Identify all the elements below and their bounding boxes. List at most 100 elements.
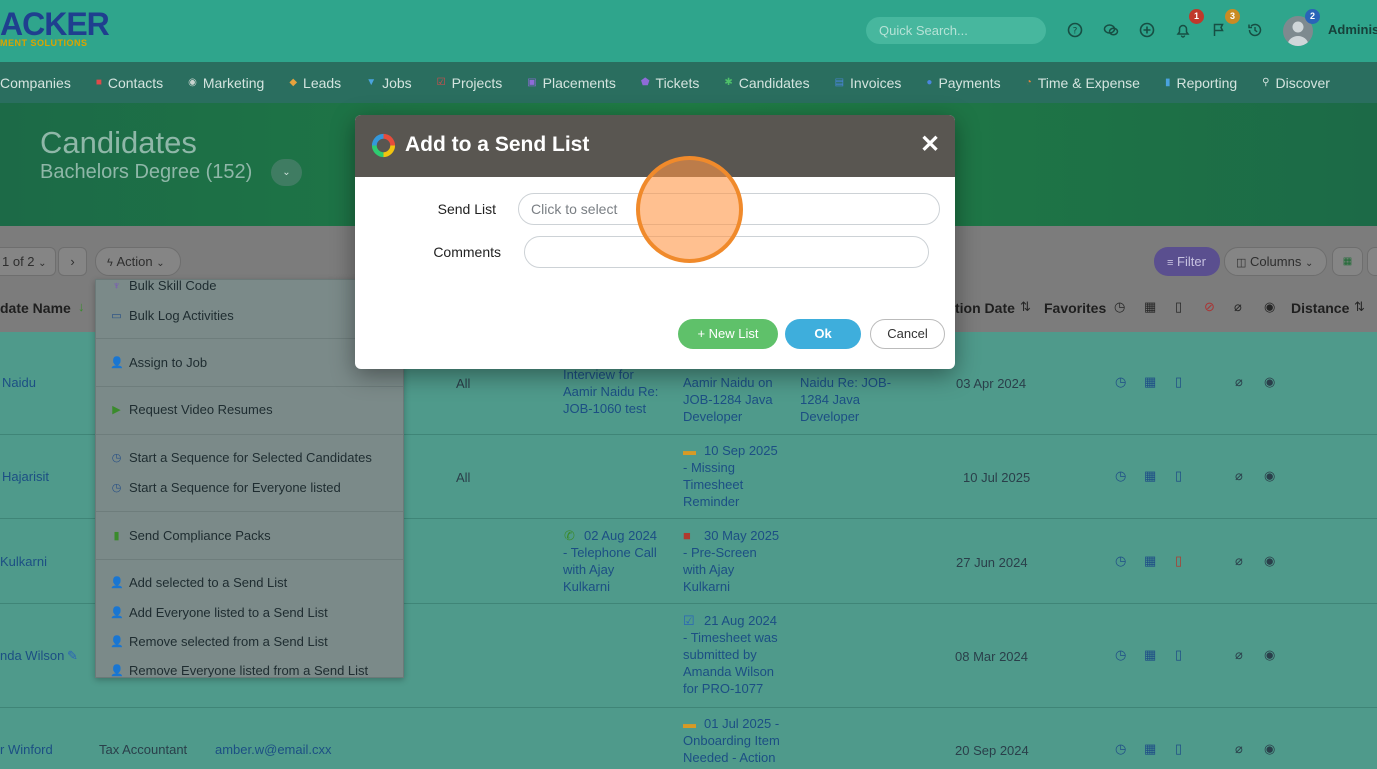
activity-line[interactable]: Needed - Action: [683, 749, 776, 766]
paperclip-icon[interactable]: ⌀: [1235, 468, 1243, 484]
activity-line[interactable]: JOB-1284 Java: [683, 391, 773, 408]
activity-line[interactable]: 10 Sep 2025: [704, 442, 778, 459]
action-button[interactable]: ϟ Action ⌄: [95, 247, 181, 276]
history-icon[interactable]: [1247, 22, 1263, 38]
activity-line[interactable]: Aamir Naidu on: [683, 374, 773, 391]
menu-item-start-sequence-everyone[interactable]: ◷ Start a Sequence for Everyone listed: [110, 480, 341, 495]
nav-item-marketing[interactable]: ◉ Marketing: [188, 75, 264, 91]
sort-down-icon[interactable]: ↓: [78, 299, 85, 314]
menu-item-remove-everyone-send-list[interactable]: 👤 Remove Everyone listed from a Send List: [110, 663, 368, 677]
menu-item-add-selected-send-list[interactable]: 👤 Add selected to a Send List: [110, 575, 287, 590]
clock-icon[interactable]: ◷: [1115, 374, 1126, 390]
clock-icon[interactable]: ◷: [1115, 553, 1126, 569]
sort-icon[interactable]: ⇅: [1354, 299, 1365, 315]
activity-line[interactable]: 30 May 2025: [704, 527, 779, 544]
clock-icon[interactable]: ◷: [1115, 741, 1126, 757]
nav-item-candidates[interactable]: ✱ Candidates: [724, 75, 809, 91]
calendar-icon[interactable]: ▦: [1144, 553, 1156, 569]
column-header-activation-date[interactable]: tion Date: [955, 300, 1015, 316]
candidate-name-link[interactable]: r Winford: [0, 741, 53, 758]
user-name[interactable]: Adminis: [1328, 22, 1377, 37]
menu-item-request-video-resumes[interactable]: ▶ Request Video Resumes: [110, 402, 272, 417]
candidate-name-link[interactable]: Kulkarni: [0, 553, 47, 570]
activity-line[interactable]: Aamir Naidu Re:: [563, 383, 658, 400]
menu-item-bulk-skill-code[interactable]: ♆ Bulk Skill Code: [110, 280, 216, 293]
activity-line[interactable]: Reminder: [683, 493, 739, 510]
activity-line[interactable]: 02 Aug 2024: [584, 527, 657, 544]
export-excel-button[interactable]: ▦: [1332, 247, 1363, 276]
add-circle-icon[interactable]: [1139, 22, 1155, 38]
activity-line[interactable]: 1284 Java: [800, 391, 860, 408]
document-icon[interactable]: ▯: [1175, 553, 1182, 569]
clock-icon[interactable]: ◷: [1115, 647, 1126, 663]
nav-item-companies[interactable]: Companies: [0, 75, 71, 91]
activity-line[interactable]: with Ajay: [683, 561, 734, 578]
nav-item-projects[interactable]: ☑ Projects: [437, 75, 503, 91]
activity-line[interactable]: Naidu Re: JOB-: [800, 374, 891, 391]
activity-line[interactable]: Kulkarni: [683, 578, 730, 595]
nav-item-tickets[interactable]: ⬟ Tickets: [641, 75, 700, 91]
activity-line[interactable]: Developer: [683, 408, 742, 425]
new-list-button[interactable]: + New List: [678, 319, 778, 349]
page-selector[interactable]: 1 of 2 ⌄: [0, 247, 56, 276]
activity-line[interactable]: JOB-1060 test: [563, 400, 646, 417]
menu-item-start-sequence-selected[interactable]: ◷ Start a Sequence for Selected Candidate…: [110, 450, 372, 465]
activity-line[interactable]: - Pre-Screen: [683, 544, 757, 561]
email-link[interactable]: amber.w@email.cxx: [215, 741, 332, 758]
candidate-name-link[interactable]: nda Wilson: [0, 647, 64, 664]
eye-icon[interactable]: ◉: [1264, 468, 1275, 484]
columns-button[interactable]: ◫ Columns ⌄: [1224, 247, 1327, 276]
activity-line[interactable]: submitted by: [683, 646, 757, 663]
activity-line[interactable]: - Timesheet was: [683, 629, 778, 646]
eye-icon[interactable]: ◉: [1264, 553, 1275, 569]
calendar-icon[interactable]: ▦: [1144, 468, 1156, 484]
column-header-favorites[interactable]: Favorites: [1044, 300, 1106, 316]
filter-button[interactable]: ≡ Filter: [1154, 247, 1220, 276]
quick-search-input[interactable]: [866, 17, 1046, 44]
nav-item-payments[interactable]: ● Payments: [926, 75, 1000, 91]
paperclip-icon[interactable]: ⌀: [1235, 741, 1243, 757]
menu-item-add-everyone-send-list[interactable]: 👤 Add Everyone listed to a Send List: [110, 605, 328, 620]
activity-line[interactable]: Developer: [800, 408, 859, 425]
nav-item-discover[interactable]: ⚲ Discover: [1262, 75, 1330, 91]
calendar-icon[interactable]: ▦: [1144, 374, 1156, 390]
document-icon[interactable]: ▯: [1175, 468, 1182, 484]
calendar-icon[interactable]: ▦: [1144, 741, 1156, 757]
activity-line[interactable]: 01 Jul 2025 -: [704, 715, 779, 732]
eye-icon[interactable]: ◉: [1264, 741, 1275, 757]
activity-line[interactable]: Onboarding Item: [683, 732, 780, 749]
menu-item-send-compliance-packs[interactable]: ▮ Send Compliance Packs: [110, 528, 270, 543]
menu-item-bulk-log-activities[interactable]: ▭ Bulk Log Activities: [110, 308, 233, 323]
ok-button[interactable]: Ok: [785, 319, 861, 349]
saved-search-dropdown[interactable]: ⌄: [271, 159, 302, 186]
bell-icon[interactable]: [1175, 22, 1191, 38]
activity-line[interactable]: Timesheet: [683, 476, 743, 493]
menu-item-assign-to-job[interactable]: 👤 Assign to Job: [110, 355, 207, 370]
help-icon[interactable]: ?: [1067, 22, 1083, 38]
candidate-name-link[interactable]: Naidu: [2, 374, 36, 391]
activity-line[interactable]: Kulkarni: [563, 578, 610, 595]
brand-logo[interactable]: ACKER: [0, 8, 110, 40]
eye-icon[interactable]: ◉: [1264, 374, 1275, 390]
column-header-distance[interactable]: Distance: [1291, 300, 1349, 316]
activity-line[interactable]: - Missing: [683, 459, 735, 476]
flag-icon[interactable]: [1211, 22, 1227, 38]
activity-line[interactable]: for PRO-1077: [683, 680, 763, 697]
activity-line[interactable]: - Telephone Call: [563, 544, 657, 561]
eye-icon[interactable]: ◉: [1264, 647, 1275, 663]
menu-item-remove-selected-send-list[interactable]: 👤 Remove selected from a Send List: [110, 634, 328, 649]
more-button[interactable]: [1367, 247, 1377, 276]
calendar-icon[interactable]: ▦: [1144, 647, 1156, 663]
column-header-name[interactable]: date Name: [0, 300, 71, 316]
candidate-name-link[interactable]: Hajarisit: [2, 468, 49, 485]
sort-icon[interactable]: ⇅: [1020, 299, 1031, 315]
chat-icon[interactable]: [1103, 22, 1119, 38]
activity-line[interactable]: with Ajay: [563, 561, 614, 578]
cancel-button[interactable]: Cancel: [870, 319, 945, 349]
nav-item-time-expense[interactable]: ◔ Time & Expense: [1026, 75, 1140, 91]
pin-icon[interactable]: ✎: [67, 647, 78, 664]
nav-item-reporting[interactable]: ▮ Reporting: [1165, 75, 1237, 91]
activity-line[interactable]: 21 Aug 2024: [704, 612, 777, 629]
paperclip-icon[interactable]: ⌀: [1235, 553, 1243, 569]
nav-item-leads[interactable]: ◆ Leads: [289, 75, 341, 91]
